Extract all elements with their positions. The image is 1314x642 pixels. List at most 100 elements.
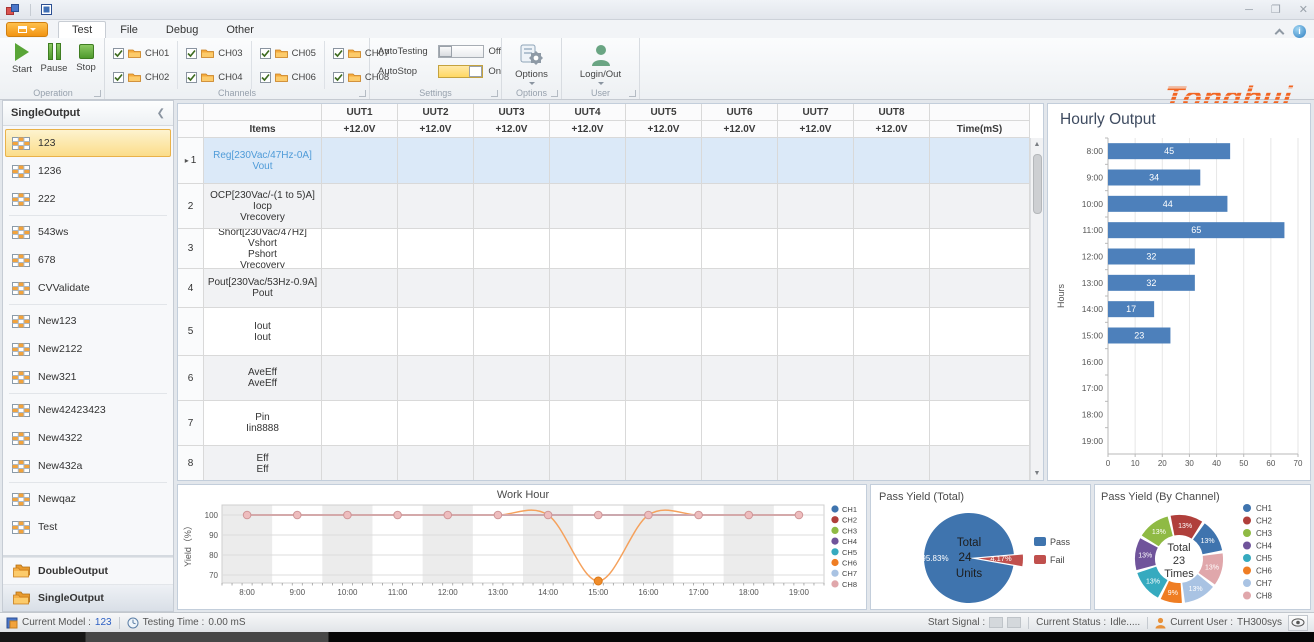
svg-text:12:00: 12:00: [438, 588, 459, 597]
model-grid-icon: [12, 193, 30, 206]
close-icon[interactable]: ✕: [1299, 5, 1308, 15]
sidebar-nav-doubleoutput[interactable]: DoubleOutput: [3, 557, 173, 584]
channel-ch03[interactable]: CH03: [186, 48, 242, 59]
model-grid-icon: [12, 165, 30, 178]
channel-ch01[interactable]: CH01: [113, 48, 169, 59]
model-grid-icon: [12, 254, 30, 267]
sidebar-item-cvvalidate[interactable]: CVValidate: [5, 274, 171, 302]
result-cell: [474, 308, 550, 356]
svg-text:18:00: 18:00: [739, 588, 760, 597]
table-row[interactable]: 2OCP[230Vac/-(1 to 5)A]IocpVrecovery: [178, 184, 1030, 229]
svg-text:8:00: 8:00: [1086, 146, 1103, 156]
pause-button[interactable]: Pause: [40, 43, 68, 75]
result-cell: [474, 269, 550, 308]
testing-time-value: 0.00 mS: [208, 617, 245, 628]
sidebar-item-new4322[interactable]: New4322: [5, 424, 171, 452]
sidebar-item-543ws[interactable]: 543ws: [5, 218, 171, 246]
dialog-launcher[interactable]: [629, 90, 636, 97]
table-row[interactable]: 3Short[230Vac/47Hz]VshortPshortVrecovery: [178, 229, 1030, 269]
pass-yield-total-panel: Pass Yield (Total)95.83%4.17%Total24Unit…: [870, 484, 1091, 610]
row-number: 2: [178, 184, 204, 229]
table-row[interactable]: 4Pout[230Vac/53Hz-0.9A]Pout: [178, 269, 1030, 308]
svg-text:23: 23: [1134, 331, 1144, 341]
sidebar-item-newqaz[interactable]: Newqaz: [5, 485, 171, 513]
sidebar-item-123[interactable]: 123: [5, 129, 171, 157]
checkbox-checked[interactable]: [186, 48, 197, 59]
model-grid-icon: [12, 282, 30, 295]
checkbox-checked[interactable]: [260, 48, 271, 59]
test-item: IoutIout: [204, 308, 322, 356]
checkbox-checked[interactable]: [113, 48, 124, 59]
channel-ch04[interactable]: CH04: [186, 72, 242, 83]
tab-other[interactable]: Other: [212, 21, 268, 38]
sidebar-item-new123[interactable]: New123: [5, 307, 171, 335]
minimize-icon[interactable]: ─: [1245, 5, 1253, 15]
svg-text:9%: 9%: [1168, 590, 1178, 597]
dialog-launcher[interactable]: [359, 90, 366, 97]
sidebar-item-678[interactable]: 678: [5, 246, 171, 274]
sidebar-item-test[interactable]: Test: [5, 513, 171, 541]
table-row[interactable]: 8EffEff: [178, 446, 1030, 481]
tab-file[interactable]: File: [106, 21, 152, 38]
svg-text:CH2: CH2: [1256, 517, 1273, 526]
tab-debug[interactable]: Debug: [152, 21, 212, 38]
autotesting-toggle[interactable]: [438, 45, 483, 58]
collapse-ribbon-icon[interactable]: [1275, 28, 1285, 38]
scroll-down-icon[interactable]: ▼: [1031, 467, 1043, 480]
monitor-view-button[interactable]: [1288, 615, 1308, 631]
restore-icon[interactable]: ❐: [1271, 5, 1281, 15]
svg-text:CH2: CH2: [842, 516, 857, 525]
table-row[interactable]: 5IoutIout: [178, 308, 1030, 356]
autostop-toggle[interactable]: [438, 65, 483, 78]
quick-access-icon[interactable]: [41, 4, 52, 15]
sidebar-item-new432a[interactable]: New432a: [5, 452, 171, 480]
result-cell: [702, 184, 778, 229]
dialog-launcher[interactable]: [491, 90, 498, 97]
scroll-up-icon[interactable]: ▲: [1031, 138, 1043, 151]
table-scrollbar[interactable]: ▲ ▼: [1030, 138, 1043, 480]
channel-ch02[interactable]: CH02: [113, 72, 169, 83]
application-menu-button[interactable]: [6, 22, 48, 37]
result-cell: [550, 138, 626, 184]
svg-text:Yield（%）: Yield（%）: [183, 521, 193, 567]
dialog-launcher[interactable]: [94, 90, 101, 97]
sidebar-item-new2122[interactable]: New2122: [5, 335, 171, 363]
channel-ch05[interactable]: CH05: [260, 48, 316, 59]
svg-text:15:00: 15:00: [1082, 331, 1104, 341]
sidebar-nav-singleoutput[interactable]: SingleOutput: [3, 584, 173, 611]
collapse-sidebar-icon[interactable]: ❮: [157, 108, 165, 119]
scroll-thumb[interactable]: [1033, 154, 1042, 214]
sidebar-item-222[interactable]: 222: [5, 185, 171, 213]
titlebar-separator: [30, 4, 31, 16]
start-button[interactable]: Start: [8, 43, 36, 75]
tab-test[interactable]: Test: [58, 21, 106, 38]
dialog-launcher[interactable]: [551, 90, 558, 97]
sidebar-item-new42423423[interactable]: New42423423: [5, 396, 171, 424]
help-icon[interactable]: i: [1293, 25, 1306, 38]
current-status-value: Idle.....: [1110, 617, 1140, 628]
table-row[interactable]: 7PinIin8888: [178, 401, 1030, 446]
checkbox-checked[interactable]: [186, 72, 197, 83]
gear-icon: [519, 43, 545, 67]
checkbox-checked[interactable]: [333, 48, 344, 59]
svg-text:95.83%: 95.83%: [921, 554, 948, 563]
current-model-label: Current Model :: [22, 617, 91, 628]
svg-text:9:00: 9:00: [289, 588, 305, 597]
items-header: Items: [204, 121, 322, 138]
checkbox-checked[interactable]: [260, 72, 271, 83]
options-button[interactable]: Options: [502, 38, 561, 85]
login-out-button[interactable]: Login/Out: [562, 38, 639, 85]
stop-button[interactable]: Stop: [72, 43, 100, 75]
checkbox-checked[interactable]: [113, 72, 124, 83]
svg-text:11:00: 11:00: [1082, 225, 1103, 235]
checkbox-checked[interactable]: [333, 72, 344, 83]
svg-text:10:00: 10:00: [1082, 199, 1104, 209]
channel-ch06[interactable]: CH06: [260, 72, 316, 83]
svg-text:44: 44: [1163, 199, 1173, 209]
sidebar-item-1236[interactable]: 1236: [5, 157, 171, 185]
sidebar-item-new321[interactable]: New321: [5, 363, 171, 391]
app-icon: [6, 4, 20, 16]
table-row[interactable]: ▸1Reg[230Vac/47Hz-0A]Vout: [178, 138, 1030, 184]
result-cell: [322, 269, 398, 308]
table-row[interactable]: 6AveEffAveEff: [178, 356, 1030, 401]
